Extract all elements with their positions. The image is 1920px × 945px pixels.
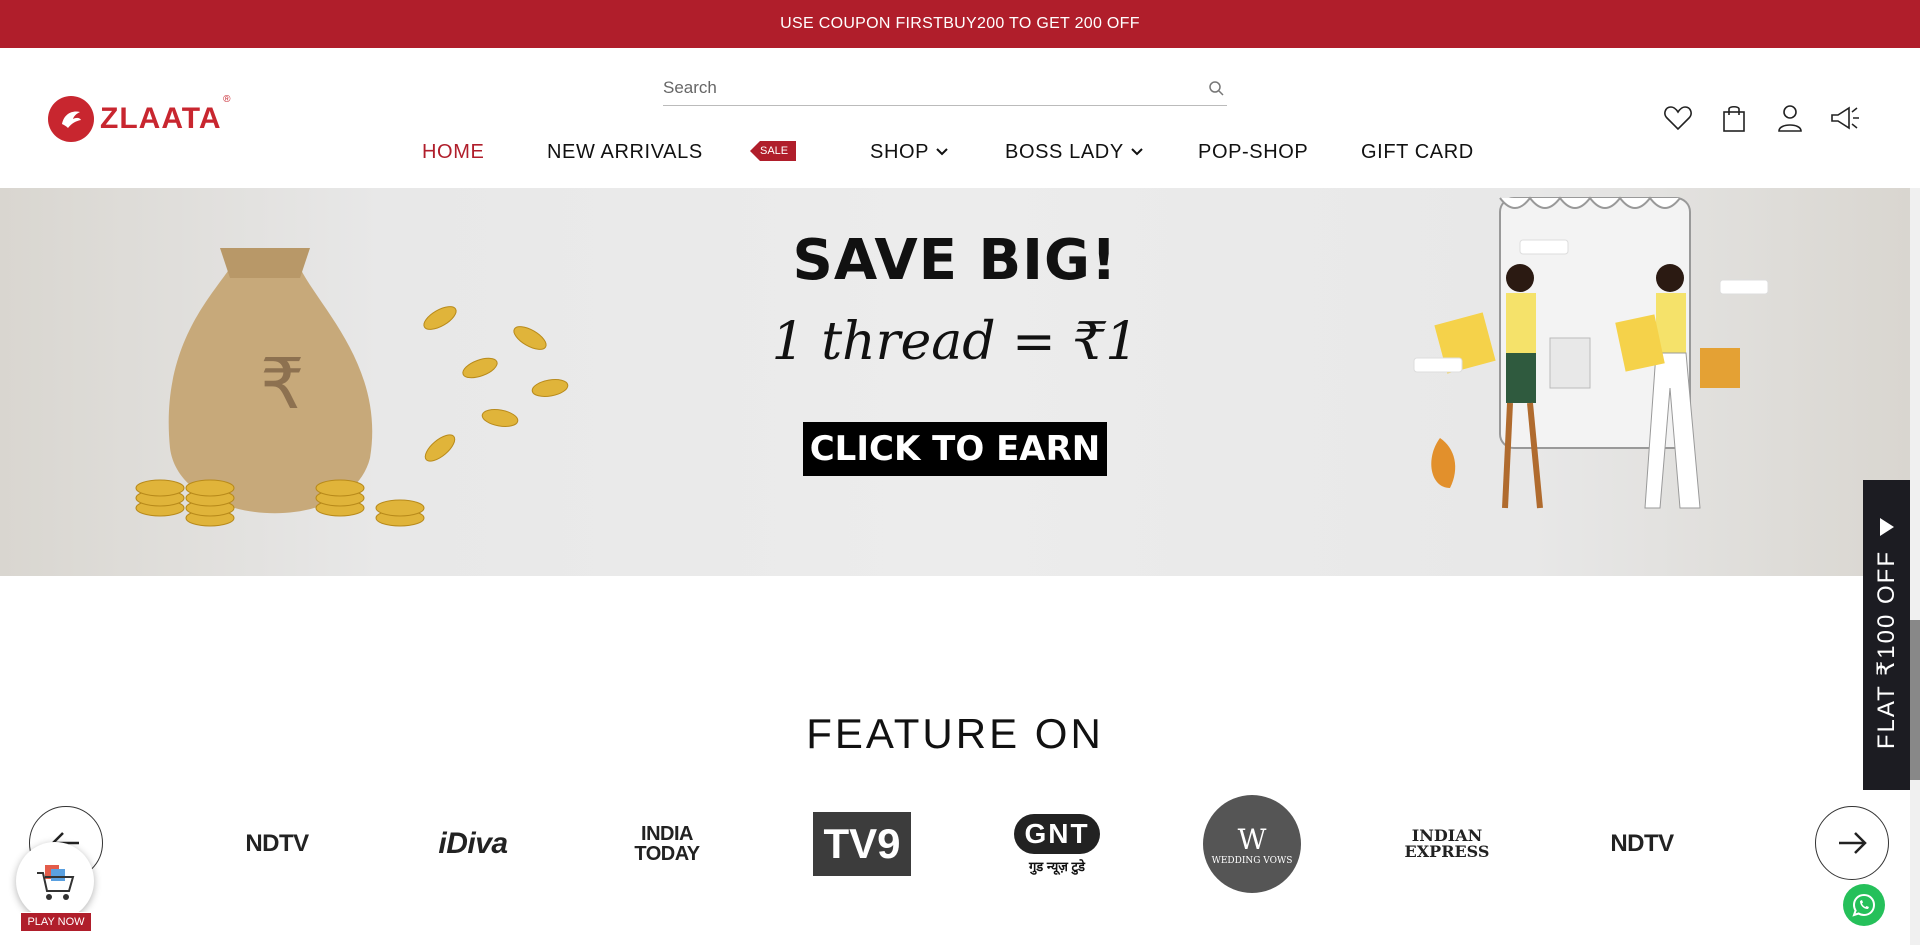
play-now-label: PLAY NOW [20,912,92,932]
registered-mark: ® [223,94,232,105]
brand-ndtv: NDTV [1610,830,1674,857]
brand-gnt: GNT गुड न्यूज़ टुडे [1002,796,1112,892]
nav-shop-label: SHOP [870,140,930,163]
announcement-text: USE COUPON FIRSTBUY200 TO GET 200 OFF [780,15,1140,32]
carousel-next-button[interactable] [1815,806,1889,880]
megaphone-icon[interactable] [1828,100,1864,136]
brand-idiva: iDiva [438,827,508,860]
chevron-down-icon [935,147,949,157]
site-header: ZLAATA ® HOME NEW ARRIVALS SALE SHOP BOS… [0,48,1920,188]
nav-boss-lady-label: BOSS LADY [1005,140,1124,163]
flat-offer-text: FLAT ₹100 OFF [1872,550,1900,750]
scrollbar-thumb[interactable] [1910,620,1920,780]
nav-new-arrivals[interactable]: NEW ARRIVALS [547,134,703,170]
chevron-down-icon [1130,147,1144,157]
svg-text:₹: ₹ [260,343,305,425]
logo-text: ZLAATA ® [100,94,232,135]
brand-ndtv: NDTV [245,830,309,857]
click-to-earn-button[interactable]: CLICK TO EARN [803,422,1107,476]
shopping-women-illustration [1413,196,1769,509]
announcement-bar: USE COUPON FIRSTBUY200 TO GET 200 OFF [0,0,1920,48]
nav-gift-card[interactable]: GIFT CARD [1361,134,1474,170]
nav-sale[interactable]: SALE [750,138,797,164]
main-nav: HOME NEW ARRIVALS SALE SHOP BOSS LADY PO… [0,134,1920,170]
nav-shop[interactable]: SHOP [870,134,949,170]
brand-tv9: TV9 [807,796,917,892]
header-actions [1660,100,1884,136]
brand-indian-express: INDIAN EXPRESS [1404,826,1490,861]
shopping-bag-icon[interactable] [1716,100,1752,136]
sale-badge: SALE [750,141,797,161]
banner-subline: 1 thread = ₹1 [771,312,1139,372]
arrow-right-icon [1839,832,1867,854]
feature-on-heading: FEATURE ON [806,710,1104,757]
shopping-cart-game-icon [16,842,94,920]
heart-icon[interactable] [1660,100,1696,136]
nav-pop-shop[interactable]: POP-SHOP [1198,134,1308,170]
flat-offer-tab[interactable]: FLAT ₹100 OFF [1863,480,1910,790]
brand-india-today: INDIA TODAY [634,823,700,865]
brand-wedding-vows: W WEDDING VOWS [1197,795,1307,893]
nav-home[interactable]: HOME [422,134,484,170]
money-bag-illustration: ₹ [135,248,569,527]
promo-banner[interactable]: ₹ SAVE BIG! 1 thread = ₹1 CLICK TO EARN [0,188,1910,576]
search-bar [663,70,1227,106]
play-now-widget[interactable]: PLAY NOW [16,842,94,934]
search-input[interactable] [663,77,1205,98]
play-icon [1879,518,1894,536]
page-scrollbar[interactable] [1910,188,1920,945]
nav-boss-lady[interactable]: BOSS LADY [1005,134,1144,170]
banner-headline: SAVE BIG! [792,228,1118,293]
search-icon[interactable] [1205,77,1227,99]
user-icon[interactable] [1772,100,1808,136]
whatsapp-icon[interactable] [1843,884,1885,926]
